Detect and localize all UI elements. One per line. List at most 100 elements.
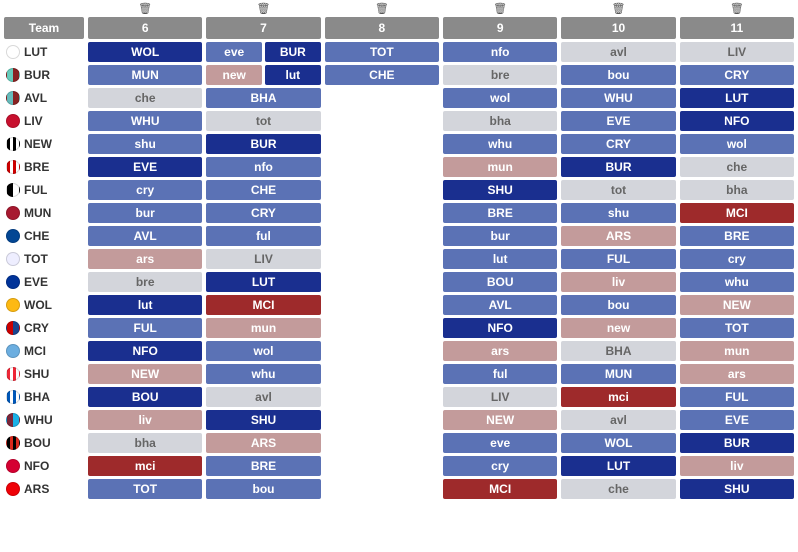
fixture-cell[interactable]: TOT [88,479,202,499]
fixture-cell[interactable]: EVE [680,410,794,430]
fixture-cell[interactable]: EVE [88,157,202,177]
fixture-cell[interactable]: MCI [680,203,794,223]
fixture-cell[interactable]: liv [680,456,794,476]
fixture-cell[interactable]: CHE [206,180,320,200]
fixture-cell[interactable]: WOL [88,42,202,62]
fixture-cell[interactable]: ful [443,364,557,384]
fixture-cell[interactable]: bha [443,111,557,131]
fixture-cell[interactable]: bre [88,272,202,292]
fixture-cell[interactable]: LIV [680,42,794,62]
fixture-cell[interactable]: LUT [206,272,320,292]
fixture-cell[interactable]: BUR [561,157,675,177]
fixture-cell[interactable]: WOL [561,433,675,453]
fixture-cell[interactable]: cry [88,180,202,200]
fixture-cell[interactable]: liv [88,410,202,430]
fixture-cell[interactable]: nfo [443,42,557,62]
fixture-cell[interactable]: bha [88,433,202,453]
fixture-cell[interactable]: mun [206,318,320,338]
fixture-cell[interactable]: SHU [443,180,557,200]
fixture-cell[interactable]: cry [443,456,557,476]
fixture-cell[interactable]: NFO [680,111,794,131]
fixture-cell[interactable]: che [680,157,794,177]
fixture-cell[interactable]: bou [561,295,675,315]
fixture-cell[interactable]: wol [680,134,794,154]
fixture-cell[interactable]: TOT [325,42,439,62]
fixture-cell[interactable]: CRY [206,203,320,223]
fixture-cell[interactable]: che [88,88,202,108]
fixture-cell[interactable]: liv [561,272,675,292]
fixture-cell[interactable]: WHU [561,88,675,108]
fixture-cell[interactable]: ars [443,341,557,361]
trash-icon[interactable]: 🗑 [138,4,152,15]
fixture-cell[interactable]: eve [206,42,262,62]
fixture-cell[interactable]: mci [88,456,202,476]
fixture-cell[interactable]: ful [206,226,320,246]
fixture-cell[interactable]: new [206,65,262,85]
fixture-cell[interactable]: FUL [680,387,794,407]
fixture-cell[interactable]: CRY [680,65,794,85]
fixture-cell[interactable]: lut [443,249,557,269]
fixture-cell[interactable]: EVE [561,111,675,131]
fixture-cell[interactable]: CRY [561,134,675,154]
fixture-cell[interactable]: bur [443,226,557,246]
fixture-cell[interactable]: SHU [680,479,794,499]
fixture-cell[interactable]: BHA [206,88,320,108]
fixture-cell[interactable]: nfo [206,157,320,177]
fixture-cell[interactable]: MUN [561,364,675,384]
fixture-cell[interactable]: bre [443,65,557,85]
fixture-cell[interactable]: NEW [680,295,794,315]
fixture-cell[interactable]: BOU [443,272,557,292]
fixture-cell[interactable]: tot [206,111,320,131]
fixture-cell[interactable]: NFO [443,318,557,338]
fixture-cell[interactable]: NEW [88,364,202,384]
fixture-cell[interactable]: MCI [206,295,320,315]
fixture-cell[interactable]: BRE [680,226,794,246]
fixture-cell[interactable]: mci [561,387,675,407]
trash-icon[interactable]: 🗑 [612,4,626,15]
fixture-cell[interactable]: BUR [680,433,794,453]
fixture-cell[interactable]: AVL [443,295,557,315]
trash-icon[interactable]: 🗑 [257,4,271,15]
fixture-cell[interactable]: BHA [561,341,675,361]
fixture-cell[interactable]: shu [561,203,675,223]
fixture-cell[interactable]: BUR [265,42,321,62]
fixture-cell[interactable]: FUL [88,318,202,338]
fixture-cell[interactable]: bou [206,479,320,499]
fixture-cell[interactable]: NEW [443,410,557,430]
fixture-cell[interactable]: FUL [561,249,675,269]
fixture-cell[interactable]: WHU [88,111,202,131]
fixture-cell[interactable]: AVL [88,226,202,246]
fixture-cell[interactable]: BRE [443,203,557,223]
fixture-cell[interactable]: TOT [680,318,794,338]
fixture-cell[interactable]: lut [88,295,202,315]
trash-icon[interactable]: 🗑 [493,4,507,15]
fixture-cell[interactable]: LUT [680,88,794,108]
trash-icon[interactable]: 🗑 [375,4,389,15]
fixture-cell[interactable]: whu [443,134,557,154]
fixture-cell[interactable]: LIV [206,249,320,269]
fixture-cell[interactable]: CHE [325,65,439,85]
fixture-cell[interactable]: eve [443,433,557,453]
fixture-cell[interactable]: cry [680,249,794,269]
fixture-cell[interactable]: ars [680,364,794,384]
fixture-cell[interactable]: MUN [88,65,202,85]
fixture-cell[interactable]: LIV [443,387,557,407]
fixture-cell[interactable]: bha [680,180,794,200]
fixture-cell[interactable]: NFO [88,341,202,361]
fixture-cell[interactable]: che [561,479,675,499]
fixture-cell[interactable]: lut [265,65,321,85]
fixture-cell[interactable]: avl [561,410,675,430]
fixture-cell[interactable]: ars [88,249,202,269]
fixture-cell[interactable]: wol [443,88,557,108]
fixture-cell[interactable]: BRE [206,456,320,476]
fixture-cell[interactable]: mun [680,341,794,361]
fixture-cell[interactable]: new [561,318,675,338]
fixture-cell[interactable]: BOU [88,387,202,407]
fixture-cell[interactable]: bou [561,65,675,85]
fixture-cell[interactable]: mun [443,157,557,177]
fixture-cell[interactable]: BUR [206,134,320,154]
fixture-cell[interactable]: bur [88,203,202,223]
fixture-cell[interactable]: LUT [561,456,675,476]
fixture-cell[interactable]: avl [561,42,675,62]
fixture-cell[interactable]: SHU [206,410,320,430]
